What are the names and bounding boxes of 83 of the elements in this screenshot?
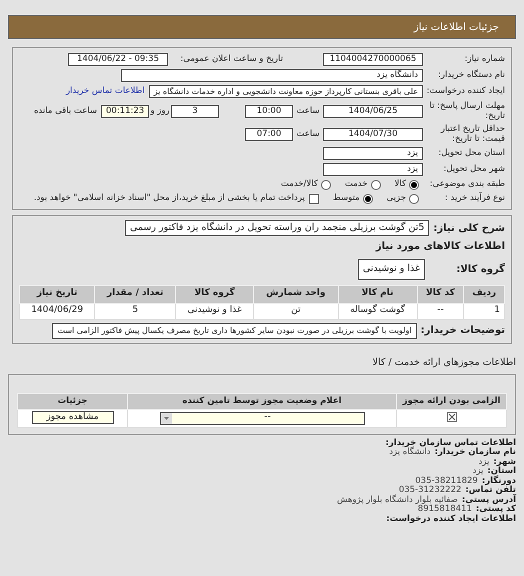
contact-label: نام سازمان خریدار: (434, 448, 516, 458)
column-header: جزئیات (18, 393, 128, 409)
table-cell: 1404/06/29 (20, 303, 95, 319)
section-title: اطلاعات مجوزهای ارائه خدمت / کالا (372, 356, 516, 368)
field-label: گروه کالا: (455, 262, 505, 277)
field-label: پرداخت تمام یا بخشی از مبلغ خرید،از محل "اسناد خزانه اسلامی" خواهد بود. (34, 193, 305, 204)
column-header: گروه کالا (176, 285, 254, 303)
radio-button[interactable] (409, 194, 419, 204)
field-label: طبقه بندی موضوعی: (428, 179, 505, 190)
column-header: الزامی بودن ارائه مجوز (396, 393, 506, 409)
column-header: تاریخ نیاز (20, 285, 95, 303)
payment-checkbox[interactable] (308, 194, 319, 204)
notes-field: اولویت با گوشت برزیلی در صورت نبودن سایر کشورها داری تاریخ مصرف یکسال پیش فاکتور الزامی است (52, 322, 417, 338)
field-label: شماره نیاز: (464, 54, 505, 65)
field-label: کالا/خدمت (280, 179, 318, 190)
input-field[interactable]: یزد (323, 147, 423, 160)
contact-label: استان: (487, 467, 516, 476)
field-label: ایجاد کننده درخواست: (427, 86, 505, 97)
contact-label: دورنگار: (482, 476, 516, 486)
field-label: تاریخ و ساعت اعلان عمومی: (179, 54, 283, 65)
field-label: استان محل تحویل: (437, 148, 505, 159)
contact-label: کد پستی: (476, 505, 516, 514)
input-field[interactable]: 10:00 (245, 104, 293, 118)
field-label: ساعت (295, 128, 321, 140)
column-header: واحد شمارش (254, 285, 338, 303)
radio-button[interactable] (362, 194, 373, 204)
input-field[interactable]: یزد (323, 163, 423, 176)
field-label: ساعت باقی مانده (34, 106, 97, 116)
contact-value: 8915818411 (418, 505, 472, 514)
field-label: توضیحات خریدار: (420, 324, 505, 338)
column-header: ردیف (464, 285, 504, 303)
input-field[interactable]: 1404/06/25 (323, 104, 423, 118)
contact-heading: اطلاعات تماس سازمان خریدار: (384, 438, 516, 448)
field-label: خدمت (344, 179, 368, 190)
contact-heading: اطلاعات ایجاد کننده درخواست: (385, 514, 516, 524)
field-label: نوع فرآیند خرید : (444, 193, 505, 204)
header-title: جزئیات اطلاعات نیاز (414, 20, 499, 34)
column-header: تعداد / مقدار (94, 285, 176, 303)
contact-value: 035-38211829 (415, 476, 478, 486)
countdown-field[interactable]: 00:11:23 (101, 104, 149, 118)
input-field[interactable]: علی باقری بنستانی کارپرداز حوزه معاونت دانشجویی و اداره خدمات دانشگاه یز (148, 85, 423, 98)
column-header: کد کالا (417, 285, 464, 303)
field-label: کالا (394, 179, 406, 190)
radio-button[interactable] (370, 180, 381, 190)
status-select[interactable]: -- (160, 412, 364, 424)
contact-link[interactable]: اطلاعات تماس خریدار (66, 85, 145, 98)
column-header: اعلام وضعیت مجوز توسط تامین کننده (128, 393, 396, 409)
table-cell: -- (417, 303, 464, 319)
table-cell: تن (254, 303, 338, 319)
radio-button[interactable] (409, 180, 419, 190)
radio-button[interactable] (320, 180, 331, 190)
contact-value: یزد (472, 467, 484, 476)
description-field: 5تن گوشت برزیلی منجمد ران وراسته تحویل در دانشگاه یزد فاکتور رسمی (125, 220, 430, 236)
input-field[interactable]: دانشگاه یزد (121, 69, 423, 82)
input-field[interactable]: 1404/07/30 (323, 128, 423, 140)
contact-value: صفائیه بلوار دانشگاه بلوار پژوهش (337, 496, 458, 504)
contact-label: تلفن تماس: (465, 486, 516, 495)
field-label: شرح کلی نیاز: (433, 222, 505, 236)
field-label: شهر محل تحویل: (442, 164, 505, 175)
field-label: جزیی (386, 193, 406, 204)
field-label: نام دستگاه خریدار: (437, 70, 505, 81)
group-field: غذا و نوشیدنی (358, 259, 425, 280)
input-field[interactable]: 1404/06/22 - 09:35 (68, 53, 168, 66)
table-cell: گوشت گوساله (338, 303, 418, 319)
contact-value: 035-31232222 (398, 486, 462, 495)
input-field[interactable]: 1104004270000065 (323, 53, 423, 66)
contact-value: یزد (478, 458, 490, 466)
field-label: حداقل تاریخ اعتبار قیمت: تا تاریخ: (440, 124, 505, 144)
contact-label: شهر: (493, 458, 516, 466)
column-header: نام کالا (338, 285, 418, 303)
field-label: روز و (149, 106, 171, 116)
input-field[interactable]: 07:00 (245, 128, 293, 140)
field-label: مهلت ارسال پاسخ: تا تاریخ: (428, 101, 505, 121)
field-label: متوسط (332, 193, 360, 204)
field-label: ساعت (295, 106, 321, 116)
view-license-button[interactable]: مشاهده مجوز (32, 411, 114, 424)
contact-value: دانشگاه یزد (389, 448, 431, 458)
section-title: اطلاعات کالاهای مورد نیاز (374, 240, 505, 254)
table-cell: غذا و نوشیدنی (176, 303, 254, 319)
table-cell: 5 (94, 303, 176, 319)
input-field[interactable]: 3 (171, 104, 219, 118)
contact-label: آدرس پستی: (462, 496, 516, 504)
table-cell: 1 (464, 303, 504, 319)
